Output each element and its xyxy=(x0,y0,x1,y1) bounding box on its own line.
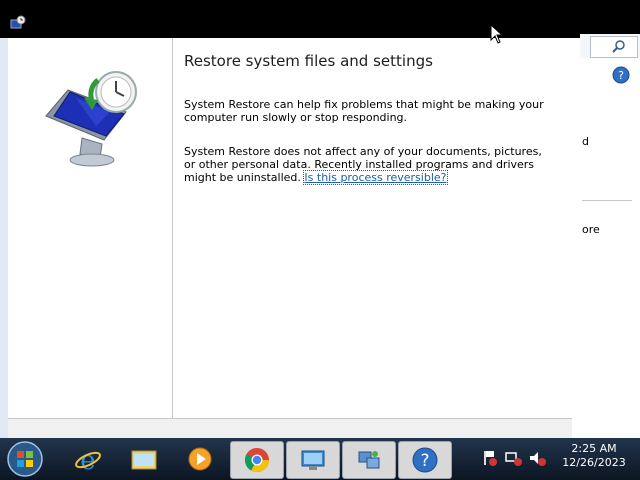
background-text-fragment[interactable]: d xyxy=(582,135,589,148)
mouse-cursor-icon xyxy=(490,24,504,44)
taskbar-chrome[interactable] xyxy=(230,441,284,479)
start-button-icon[interactable] xyxy=(6,440,44,478)
is-process-reversible-link[interactable]: Is this process reversible? xyxy=(303,170,448,185)
clock-date: 12/26/2023 xyxy=(562,456,626,469)
page-title: Restore system files and settings xyxy=(184,52,433,70)
description-paragraph: System Restore can help fix problems tha… xyxy=(184,98,544,124)
system-restore-illustration-icon xyxy=(45,71,137,167)
help-icon: ? xyxy=(412,447,438,473)
svg-text:?: ? xyxy=(618,69,624,82)
taskbar-internet-explorer[interactable]: e xyxy=(62,441,114,477)
volume-muted-icon xyxy=(530,452,546,466)
wizard-button-area xyxy=(8,418,572,439)
svg-text:e: e xyxy=(80,446,95,473)
help-icon[interactable]: ? xyxy=(612,66,630,84)
network-icon xyxy=(358,451,380,469)
description-paragraph-with-link: System Restore does not affect any of yo… xyxy=(184,145,544,185)
taskbar-remote-desktop[interactable] xyxy=(286,441,340,479)
window-frame-edge xyxy=(0,38,8,438)
file-explorer-icon xyxy=(131,450,157,470)
clock-time: 2:25 AM xyxy=(571,442,617,455)
taskbar-clock[interactable]: 2:25 AM 12/26/2023 xyxy=(556,442,632,470)
taskbar-help-support[interactable]: ? xyxy=(398,441,452,479)
system-tray[interactable] xyxy=(478,448,548,468)
remote-desktop-icon xyxy=(301,450,325,470)
svg-text:?: ? xyxy=(420,451,429,471)
background-window-content xyxy=(580,58,640,438)
taskbar-media-player[interactable] xyxy=(174,441,226,477)
chrome-icon xyxy=(244,448,269,473)
taskbar-network[interactable] xyxy=(342,441,396,479)
system-restore-app-icon[interactable] xyxy=(10,15,26,31)
taskbar-file-explorer[interactable] xyxy=(118,441,170,477)
internet-explorer-icon: e xyxy=(75,446,101,473)
search-icon[interactable] xyxy=(612,39,626,53)
background-text-fragment[interactable]: ore xyxy=(582,223,600,236)
action-center-flag-icon xyxy=(484,451,497,466)
background-divider xyxy=(582,200,632,201)
network-status-icon xyxy=(505,452,522,466)
media-player-icon xyxy=(188,447,212,471)
